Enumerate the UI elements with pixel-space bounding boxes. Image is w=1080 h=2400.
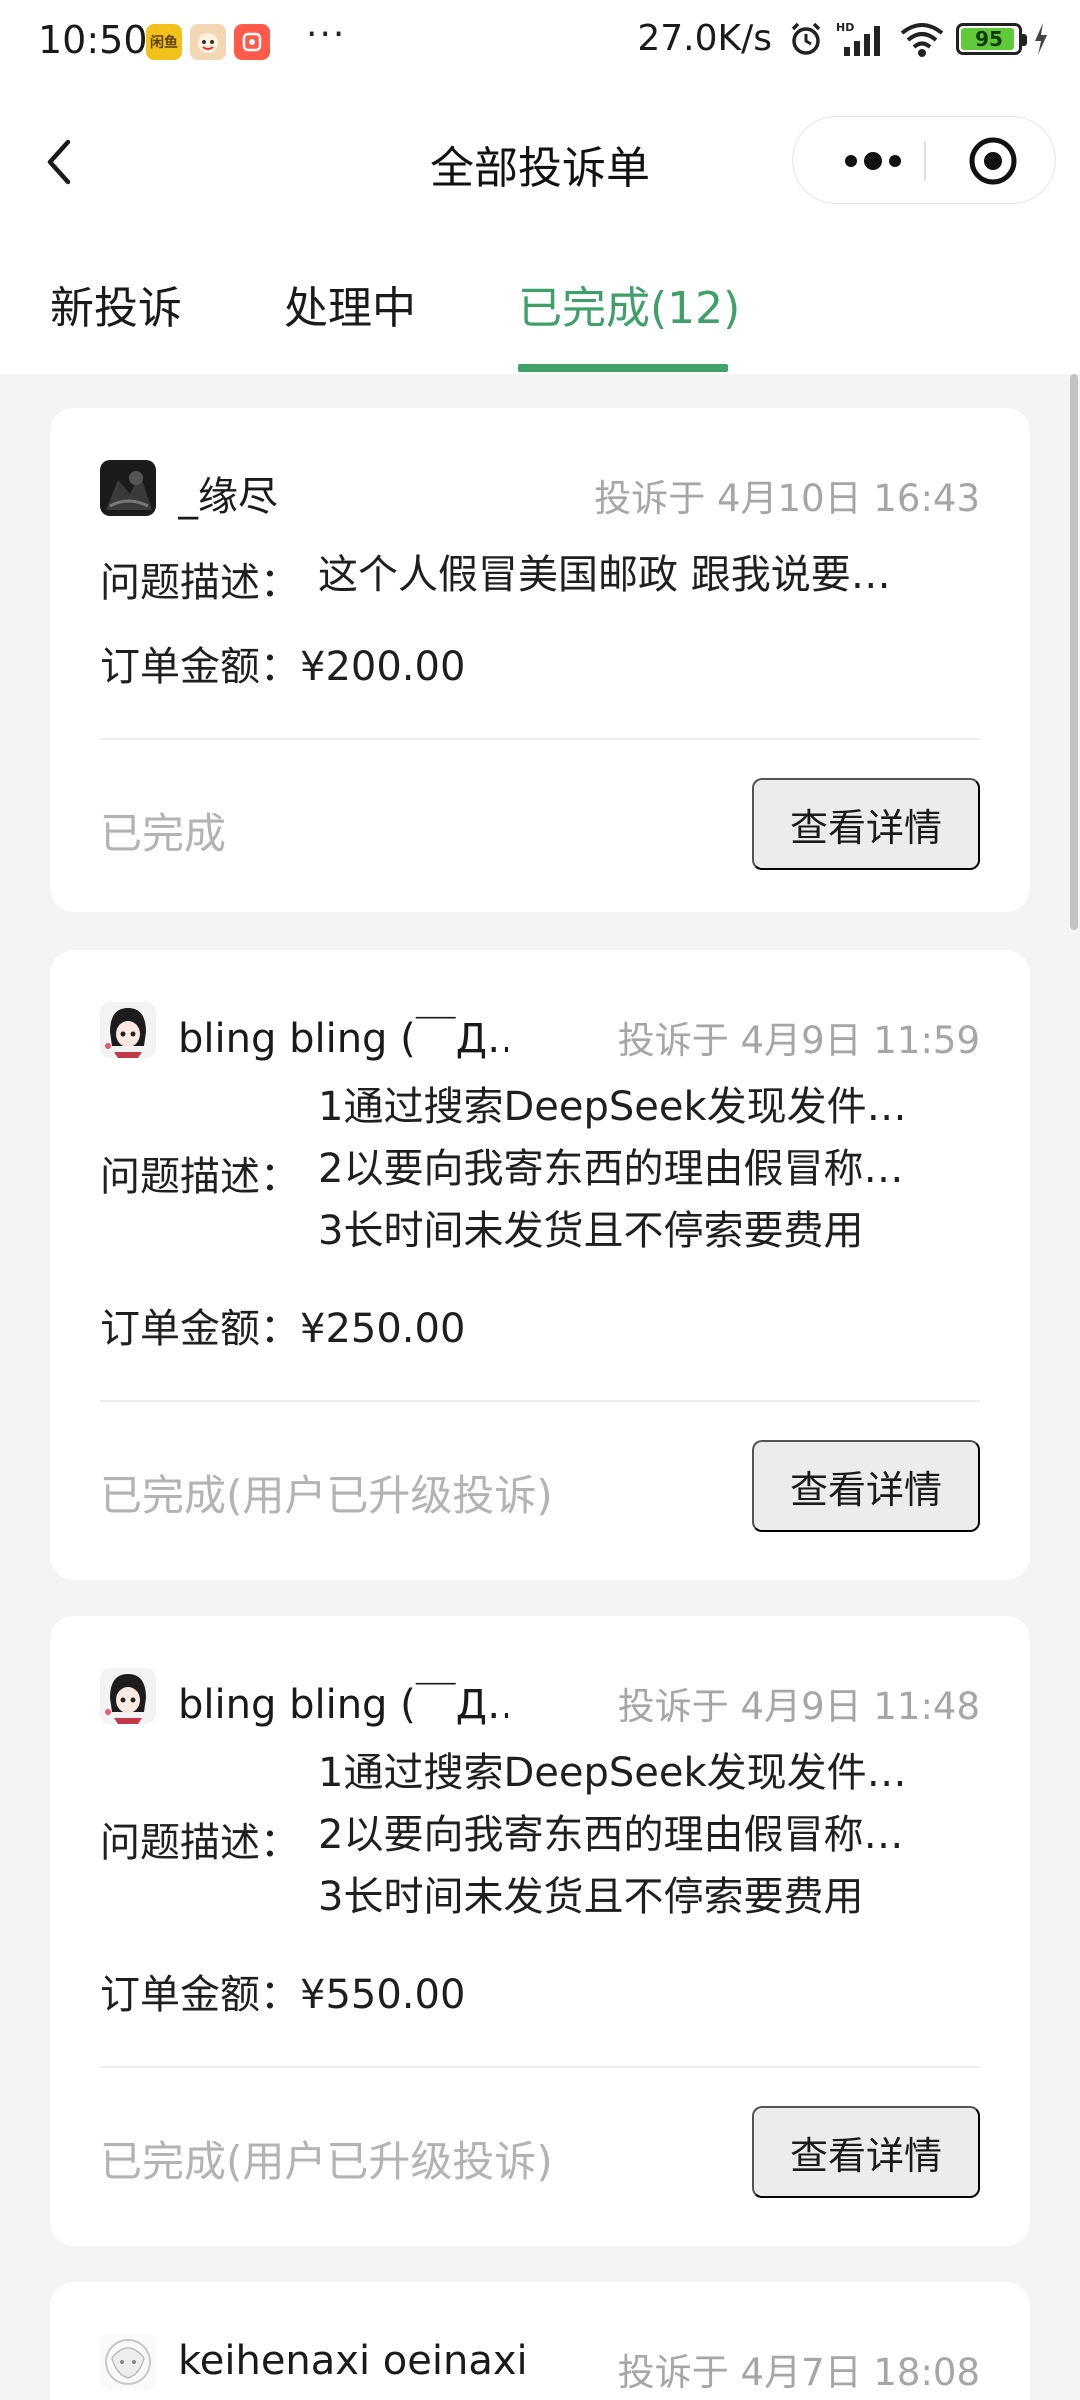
amount-row: 订单金额：¥550.00 (100, 1962, 980, 2020)
view-details-button[interactable]: 查看详情 (752, 1440, 980, 1532)
card-divider (100, 1400, 980, 1402)
amount-row: 订单金额：¥200.00 (100, 634, 980, 692)
desc-label: 问题描述： (100, 1820, 300, 1866)
card-divider (100, 738, 980, 740)
app-icon-yellow: 闲鱼 (146, 24, 182, 60)
desc-line: 1通过搜索DeepSeek发现发件… (318, 1084, 907, 1130)
desc-line: 这个人假冒美国邮政 跟我说要… (318, 552, 891, 598)
complaint-time: 投诉于 4月9日 11:48 (617, 1685, 980, 1728)
view-details-button[interactable]: 查看详情 (752, 778, 980, 870)
desc-line: 1通过搜索DeepSeek发现发件… (318, 1750, 907, 1796)
desc-line: 2以要向我寄东西的理由假冒称… (318, 1146, 904, 1192)
more-notifications-icon: ··· (306, 14, 347, 55)
complaint-time: 投诉于 4月7日 18:08 (617, 2351, 980, 2394)
complaint-card[interactable]: _缘尽 投诉于 4月10日 16:43 问题描述： 这个人假冒美国邮政 跟我说要… (50, 408, 1030, 912)
tab-completed[interactable]: 已完成(12) (518, 272, 740, 336)
status-text: 已完成(用户已升级投诉) (100, 2137, 553, 2186)
complaint-card[interactable]: bling bling (￣Д… 投诉于 4月9日 11:59 问题描述： 1通… (50, 950, 1030, 1580)
complaint-card[interactable]: keihenaxi oeinaxi 投诉于 4月7日 18:08 (50, 2282, 1030, 2400)
charging-icon (1032, 21, 1050, 57)
close-miniprogram-button[interactable] (943, 117, 1043, 205)
network-speed: 27.0K/s (637, 18, 772, 59)
desc-label: 问题描述： (100, 1154, 300, 1200)
view-details-button[interactable]: 查看详情 (752, 2106, 980, 2198)
app-icon-red (234, 24, 270, 60)
order-amount: ¥200.00 (300, 644, 466, 690)
svg-text:HD: HD (836, 21, 854, 34)
notification-app-icons: 闲鱼 (146, 24, 270, 60)
amount-label: 订单金额： (100, 644, 300, 690)
avatar (100, 460, 156, 516)
status-bar: 10:50 闲鱼 ··· 27.0K/s HD 95 (0, 0, 1080, 92)
status-text: 已完成(用户已升级投诉) (100, 1471, 553, 1520)
scrollbar[interactable] (1070, 374, 1078, 930)
avatar (100, 1668, 156, 1724)
tab-new[interactable]: 新投诉 (50, 272, 182, 336)
avatar (100, 2334, 156, 2390)
user-name: bling bling (￣Д… (178, 1016, 508, 1062)
signal-icon: HD (836, 19, 888, 59)
desc-line: 2以要向我寄东西的理由假冒称… (318, 1812, 904, 1858)
wifi-icon (898, 19, 946, 59)
user-name: keihenaxi oeinaxi (178, 2338, 528, 2384)
complaint-time: 投诉于 4月10日 16:43 (594, 477, 980, 520)
status-time: 10:50 (38, 18, 148, 62)
more-options-button[interactable] (823, 117, 923, 205)
tab-active-indicator (518, 364, 728, 372)
complaint-card[interactable]: bling bling (￣Д… 投诉于 4月9日 11:48 问题描述： 1通… (50, 1616, 1030, 2246)
order-amount: ¥550.00 (300, 1972, 466, 2018)
status-tabs: 新投诉 处理中 已完成(12) (0, 228, 1080, 374)
status-text: 已完成 (100, 809, 227, 858)
amount-label: 订单金额： (100, 1972, 300, 2018)
desc-line: 3长时间未发货且不停索要费用 (318, 1208, 864, 1254)
desc-line: 3长时间未发货且不停索要费用 (318, 1874, 864, 1920)
card-divider (100, 2066, 980, 2068)
complaint-time: 投诉于 4月9日 11:59 (617, 1019, 980, 1062)
desc-label: 问题描述： (100, 560, 300, 606)
miniprogram-capsule (792, 116, 1056, 204)
amount-row: 订单金额：¥250.00 (100, 1296, 980, 1354)
avatar (100, 1002, 156, 1058)
app-icon-face (190, 24, 226, 60)
alarm-icon (786, 19, 826, 59)
user-name: _缘尽 (178, 474, 278, 520)
nav-bar: 全部投诉单 (0, 92, 1080, 228)
user-name: bling bling (￣Д… (178, 1682, 508, 1728)
capsule-divider (924, 141, 926, 181)
tab-processing[interactable]: 处理中 (284, 272, 416, 336)
battery-level: 95 (975, 26, 1003, 51)
amount-label: 订单金额： (100, 1306, 300, 1352)
battery-icon: 95 (956, 22, 1027, 55)
order-amount: ¥250.00 (300, 1306, 466, 1352)
